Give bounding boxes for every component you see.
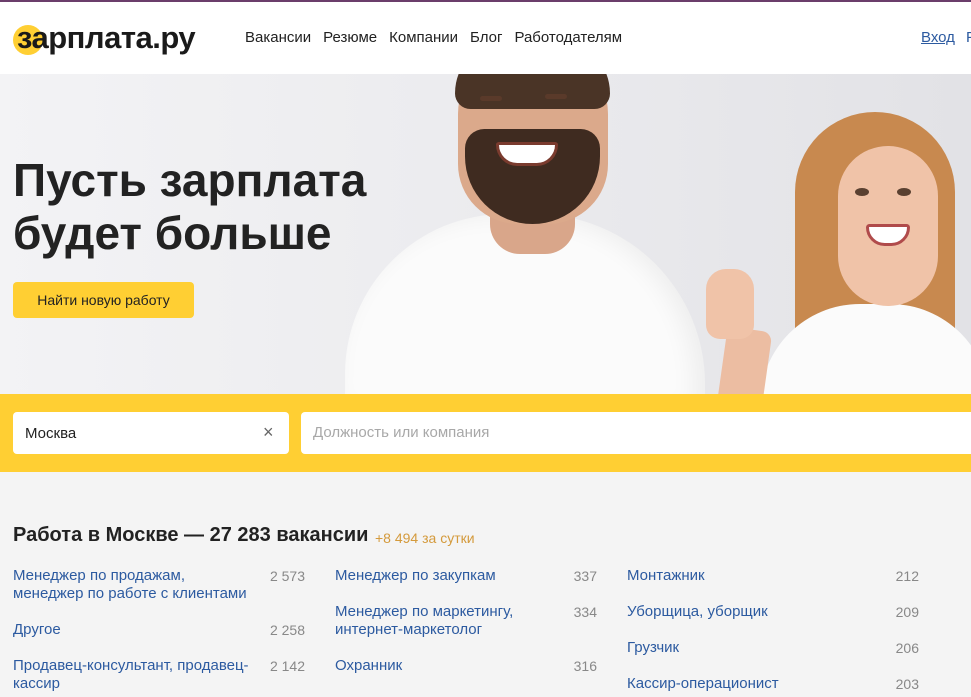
category-count: 212 — [895, 568, 919, 584]
hero-man-hair — [455, 74, 610, 109]
list-item: Уборщица, уборщик 209 — [627, 603, 919, 621]
list-item: Охранник 316 — [335, 657, 597, 675]
hero-banner: Пусть зарплата будет больше Найти новую … — [0, 74, 971, 394]
nav-item-employers[interactable]: Работодателям — [514, 29, 622, 46]
category-count: 316 — [573, 658, 597, 674]
logo-text: зарплата.ру — [17, 20, 196, 55]
hero-man-eye — [480, 96, 502, 101]
list-item: Грузчик 206 — [627, 639, 919, 657]
hero-title-line: Пусть зарплата — [13, 154, 367, 206]
category-column: Менеджер по продажам, менеджер по работе… — [13, 567, 305, 697]
city-field[interactable]: Москва × — [13, 412, 289, 454]
category-link[interactable]: Продавец-консультант, продавец-кассир — [13, 657, 305, 693]
listing-daily-delta: +8 494 за сутки — [375, 530, 475, 546]
list-item: Менеджер по продажам, менеджер по работе… — [13, 567, 305, 603]
hero-man-eye — [545, 94, 567, 99]
query-input[interactable] — [313, 424, 913, 441]
list-item: Менеджер по маркетингу, интернет-маркето… — [335, 603, 597, 639]
hero-title: Пусть зарплата будет больше — [13, 154, 433, 260]
hero-woman-eye — [855, 188, 869, 196]
hero-woman-shirt — [760, 304, 971, 394]
nav-item-vacancies[interactable]: Вакансии — [245, 29, 311, 46]
hero-woman-eye — [897, 188, 911, 196]
category-count: 206 — [895, 640, 919, 656]
category-link[interactable]: Грузчик — [627, 639, 919, 657]
list-item: Продавец-консультант, продавец-кассир 2 … — [13, 657, 305, 693]
main-nav: Вакансии Резюме Компании Блог Работодате… — [245, 29, 634, 46]
query-field[interactable] — [301, 412, 971, 454]
find-job-button[interactable]: Найти новую работу — [13, 282, 194, 318]
category-column: Менеджер по закупкам 337 Менеджер по мар… — [335, 567, 597, 693]
category-count: 2 258 — [269, 622, 305, 638]
category-link[interactable]: Менеджер по продажам, менеджер по работе… — [13, 567, 305, 603]
list-item: Другое 2 258 — [13, 621, 305, 639]
nav-item-resume[interactable]: Резюме — [323, 29, 377, 46]
list-item: Кассир-операционист 203 — [627, 675, 919, 693]
category-column: Монтажник 212 Уборщица, уборщик 209 Груз… — [627, 567, 919, 697]
list-item: Монтажник 212 — [627, 567, 919, 585]
city-value: Москва — [25, 425, 77, 442]
category-count: 2 573 — [269, 568, 305, 584]
category-link[interactable]: Монтажник — [627, 567, 919, 585]
category-link[interactable]: Менеджер по маркетингу, интернет-маркето… — [335, 603, 597, 639]
category-count: 209 — [895, 604, 919, 620]
category-count: 337 — [573, 568, 597, 584]
category-link[interactable]: Кассир-операционист — [627, 675, 919, 693]
category-count: 2 142 — [269, 658, 305, 674]
category-link[interactable]: Охранник — [335, 657, 597, 675]
category-link[interactable]: Уборщица, уборщик — [627, 603, 919, 621]
category-link[interactable]: Другое — [13, 621, 305, 639]
list-item: Менеджер по закупкам 337 — [335, 567, 597, 585]
nav-item-blog[interactable]: Блог — [470, 29, 502, 46]
hero-title-line: будет больше — [13, 207, 332, 259]
hero-woman-fist — [706, 269, 754, 339]
clear-icon[interactable]: × — [263, 422, 274, 443]
login-link[interactable]: Вход — [921, 29, 955, 46]
register-link-cropped[interactable]: Р — [966, 29, 971, 46]
site-header: зарплата.ру Вакансии Резюме Компании Бло… — [0, 2, 971, 74]
listing-title: Работа в Москве — 27 283 вакансии — [13, 524, 369, 546]
category-count: 334 — [573, 604, 597, 620]
nav-item-companies[interactable]: Компании — [389, 29, 458, 46]
search-bar: Москва × — [0, 394, 971, 472]
category-link[interactable]: Менеджер по закупкам — [335, 567, 597, 585]
category-count: 203 — [895, 676, 919, 692]
